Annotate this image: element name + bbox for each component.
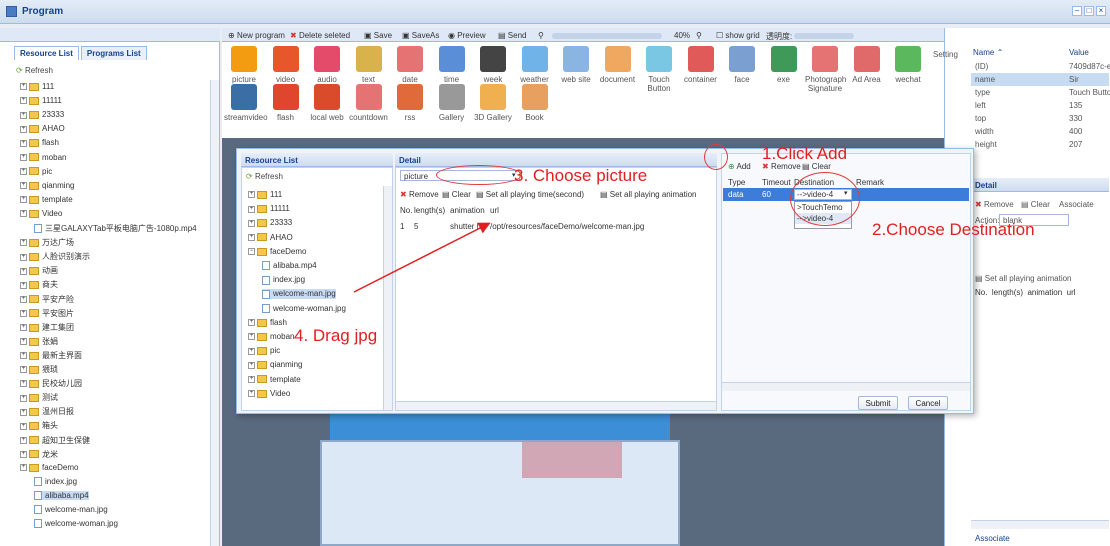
annotation-arrow xyxy=(353,222,491,293)
